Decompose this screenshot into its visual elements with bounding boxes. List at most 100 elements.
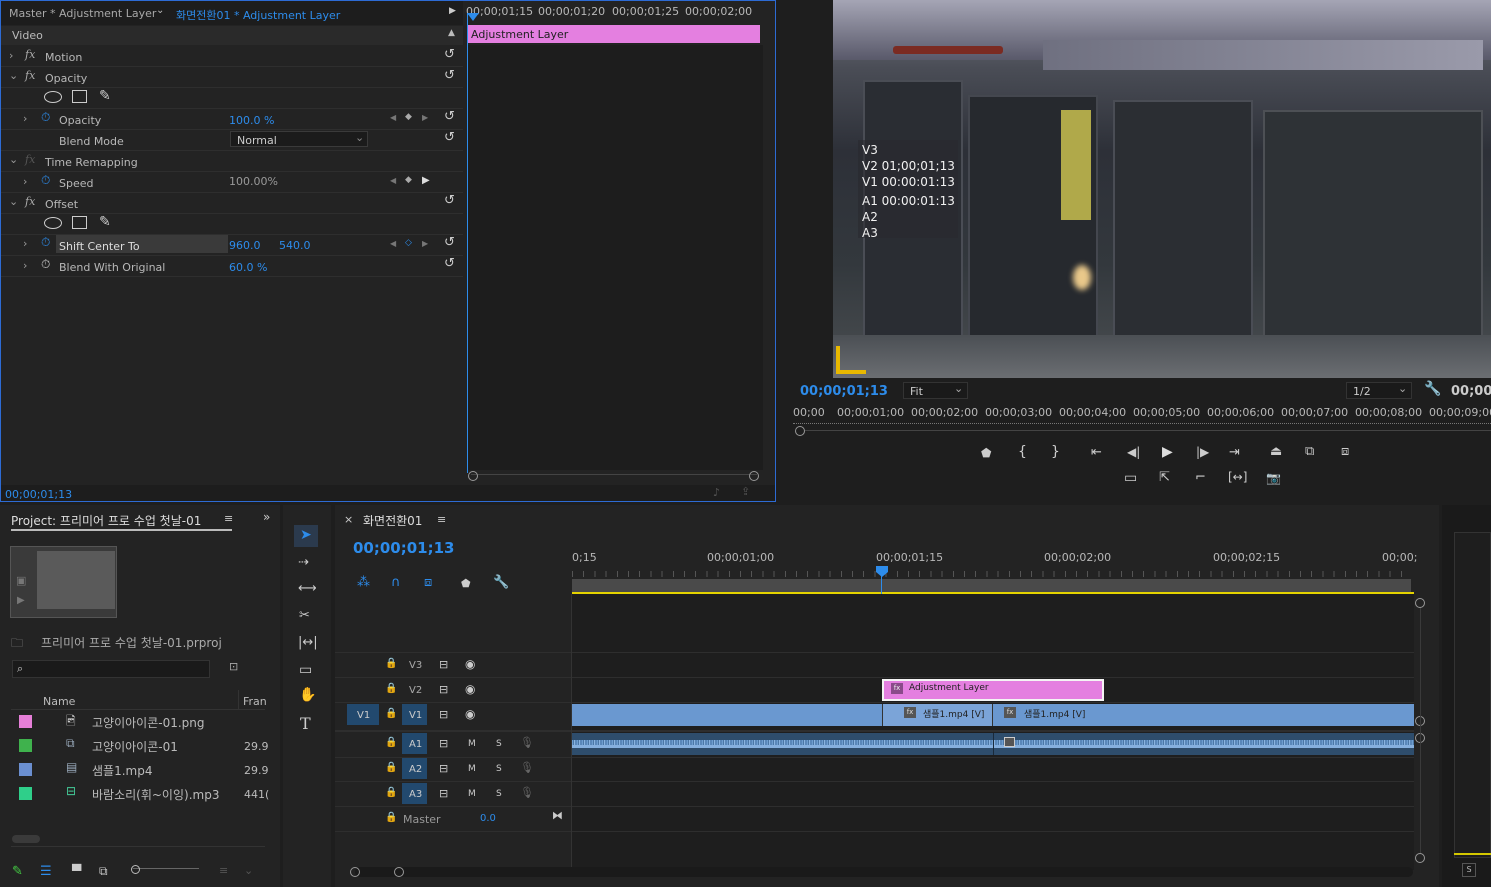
next-keyframe-icon[interactable]: ▶ bbox=[422, 239, 428, 248]
shift-y-value[interactable]: 540.0 bbox=[279, 239, 311, 252]
microphone-icon[interactable]: 🎙 bbox=[520, 761, 534, 774]
lock-icon[interactable]: 🔒 bbox=[385, 762, 397, 773]
sync-lock-icon[interactable]: ⊟ bbox=[439, 737, 448, 750]
collapse-chevron-icon[interactable]: ⌄ bbox=[9, 69, 18, 82]
add-keyframe-icon[interactable]: ◆ bbox=[405, 112, 412, 122]
go-to-in-icon[interactable]: ⇤ bbox=[1091, 445, 1102, 460]
adjustment-layer-clip[interactable]: fx Adjustment Layer bbox=[882, 679, 1104, 701]
export-icon[interactable]: ⇪ bbox=[741, 485, 750, 498]
track-label[interactable]: V2 bbox=[409, 685, 422, 696]
shift-x-value[interactable]: 960.0 bbox=[229, 239, 261, 252]
eye-icon[interactable]: ◉ bbox=[465, 707, 475, 721]
snap-magnet-icon[interactable]: ∩ bbox=[391, 575, 401, 590]
ellipse-mask-icon[interactable] bbox=[44, 217, 62, 229]
reset-icon[interactable]: ↺ bbox=[444, 68, 455, 83]
linked-selection-icon[interactable]: ⧈ bbox=[424, 575, 432, 590]
list-view-icon[interactable]: ☰ bbox=[40, 864, 52, 879]
master-clip-label[interactable]: Master * Adjustment Layer bbox=[9, 7, 156, 20]
export-frame-out-icon[interactable]: ⇱ bbox=[1159, 470, 1170, 485]
mark-out-icon[interactable]: } bbox=[1051, 444, 1060, 460]
transition-icon[interactable] bbox=[1004, 737, 1015, 747]
expand-chevron-icon[interactable]: › bbox=[9, 49, 13, 62]
type-tool-icon[interactable]: T bbox=[300, 714, 311, 733]
slip-icon[interactable]: |↔| bbox=[298, 635, 318, 650]
razor-icon[interactable]: ✂ bbox=[299, 608, 310, 623]
scroll-handle-left[interactable] bbox=[468, 471, 478, 481]
fx-icon[interactable]: fx bbox=[25, 153, 35, 166]
v-scroll-bottom[interactable] bbox=[1415, 853, 1425, 863]
track-label[interactable]: A1 bbox=[409, 739, 422, 750]
track-select-icon[interactable]: ⇢ bbox=[298, 555, 309, 570]
program-ruler[interactable]: 00;00 00;00;01;00 00;00;02;00 00;00;03;0… bbox=[793, 404, 1491, 424]
project-tab-title[interactable]: Project: 프리미어 프로 수업 첫날-01 bbox=[11, 512, 201, 529]
track-label[interactable]: V3 bbox=[409, 660, 422, 671]
stopwatch-icon[interactable]: ⏱ bbox=[41, 110, 50, 125]
timeline-timecode[interactable]: 00;00;01;13 bbox=[353, 539, 455, 557]
eye-icon[interactable]: ◉ bbox=[465, 682, 475, 696]
sync-lock-icon[interactable]: ⊟ bbox=[439, 658, 448, 671]
video-clip-b[interactable]: fx 샘플1.mp4 [V] bbox=[994, 704, 1414, 726]
freeform-view-icon[interactable]: ⧉ bbox=[99, 864, 108, 879]
rectangle-mask-icon[interactable] bbox=[72, 216, 87, 229]
timeline-h-scroll[interactable] bbox=[355, 867, 1413, 877]
lock-icon[interactable]: 🔒 bbox=[385, 787, 397, 798]
lock-icon[interactable]: 🔒 bbox=[385, 737, 397, 748]
next-keyframe-icon[interactable]: ▶ bbox=[422, 113, 428, 122]
end-timecode[interactable]: 00;00; bbox=[1451, 384, 1491, 399]
microphone-icon[interactable]: 🎙 bbox=[520, 736, 534, 749]
expand-chevron-icon[interactable]: › bbox=[23, 112, 27, 125]
list-item[interactable]: ▤ 샘플1.mp4 29.9 bbox=[11, 759, 269, 783]
add-marker-icon[interactable]: ⬟ bbox=[461, 577, 471, 590]
lock-icon[interactable]: 🔒 bbox=[385, 812, 397, 823]
speed-value[interactable]: 100.00% bbox=[229, 175, 278, 188]
pencil-icon[interactable]: ✎ bbox=[12, 864, 23, 879]
program-scroll-handle[interactable] bbox=[795, 426, 805, 436]
master-volume-value[interactable]: 0.0 bbox=[480, 813, 496, 824]
solo-button[interactable]: S bbox=[496, 764, 502, 774]
sync-lock-icon[interactable]: ⊟ bbox=[439, 787, 448, 800]
lock-icon[interactable]: 🔒 bbox=[385, 658, 397, 669]
expand-chevron-icon[interactable]: › bbox=[23, 237, 27, 250]
video-frame[interactable]: V3 V2 01;00;01;13 V1 00:00:01:13 A1 00:0… bbox=[833, 0, 1491, 378]
collapse-chevron-icon[interactable]: ⌄ bbox=[9, 195, 18, 208]
pen-mask-icon[interactable]: ✎ bbox=[99, 214, 111, 230]
list-item[interactable]: 🖻 고양이아이콘-01.png bbox=[11, 711, 265, 735]
play-icon[interactable]: ▶ bbox=[17, 595, 25, 606]
stopwatch-icon[interactable]: ⏱ bbox=[41, 257, 50, 272]
ec-footer-timecode[interactable]: 00;00;01;13 bbox=[5, 488, 72, 501]
collapse-chevron-icon[interactable]: ⌄ bbox=[9, 153, 18, 166]
chevron-down-icon[interactable]: ⌄ bbox=[244, 864, 253, 877]
work-area-bar[interactable] bbox=[572, 579, 1411, 592]
sequence-clip-label[interactable]: 화면전환01 * Adjustment Layer bbox=[176, 7, 340, 23]
timeline-ruler[interactable]: 0;15 00;00;01;00 00;00;01;15 00;00;02;00… bbox=[572, 549, 1417, 579]
compare-view-icon[interactable]: ⧈ bbox=[1341, 444, 1349, 459]
track-label[interactable]: V1 bbox=[409, 710, 422, 721]
expand-chevron-icon[interactable]: › bbox=[23, 175, 27, 188]
dropdown-chevron-icon[interactable]: ⌄ bbox=[156, 5, 164, 16]
add-keyframe-icon[interactable]: ◆ bbox=[405, 175, 412, 185]
ec-keyframe-area[interactable] bbox=[468, 45, 763, 470]
play-icon[interactable]: ▶ bbox=[1162, 444, 1173, 460]
video-clip-a[interactable]: fx 샘플1.mp4 [V] bbox=[882, 704, 993, 726]
list-item[interactable]: ⧉ 고양이아이콘-01 29.9 bbox=[11, 735, 269, 759]
fx-icon[interactable]: fx bbox=[25, 195, 35, 208]
scroll-handle-right[interactable] bbox=[749, 471, 759, 481]
prev-keyframe-icon[interactable]: ◀ bbox=[390, 176, 396, 185]
sort-icon[interactable]: ≡ bbox=[219, 864, 228, 877]
lock-icon[interactable]: 🔒 bbox=[385, 708, 397, 719]
wrench-icon[interactable]: 🔧 bbox=[493, 575, 509, 590]
microphone-icon[interactable]: 🎙 bbox=[520, 786, 534, 799]
lock-icon[interactable]: 🔒 bbox=[385, 683, 397, 694]
solo-button[interactable]: S bbox=[496, 789, 502, 799]
reset-icon[interactable]: ↺ bbox=[444, 235, 455, 250]
reset-icon[interactable]: ↺ bbox=[444, 193, 455, 208]
sync-lock-icon[interactable]: ⊟ bbox=[439, 683, 448, 696]
reset-icon[interactable]: ↺ bbox=[444, 130, 455, 145]
frame-column-header[interactable]: Fran bbox=[243, 695, 267, 708]
eye-icon[interactable]: ◉ bbox=[465, 657, 475, 671]
fit-frame-icon[interactable]: [↔] bbox=[1228, 470, 1247, 484]
stopwatch-icon[interactable]: ⏱ bbox=[41, 235, 50, 250]
project-h-scrollbar[interactable] bbox=[12, 835, 40, 843]
fx-icon[interactable]: fx bbox=[25, 69, 35, 82]
go-to-end-icon[interactable]: ⧓ bbox=[552, 809, 563, 822]
